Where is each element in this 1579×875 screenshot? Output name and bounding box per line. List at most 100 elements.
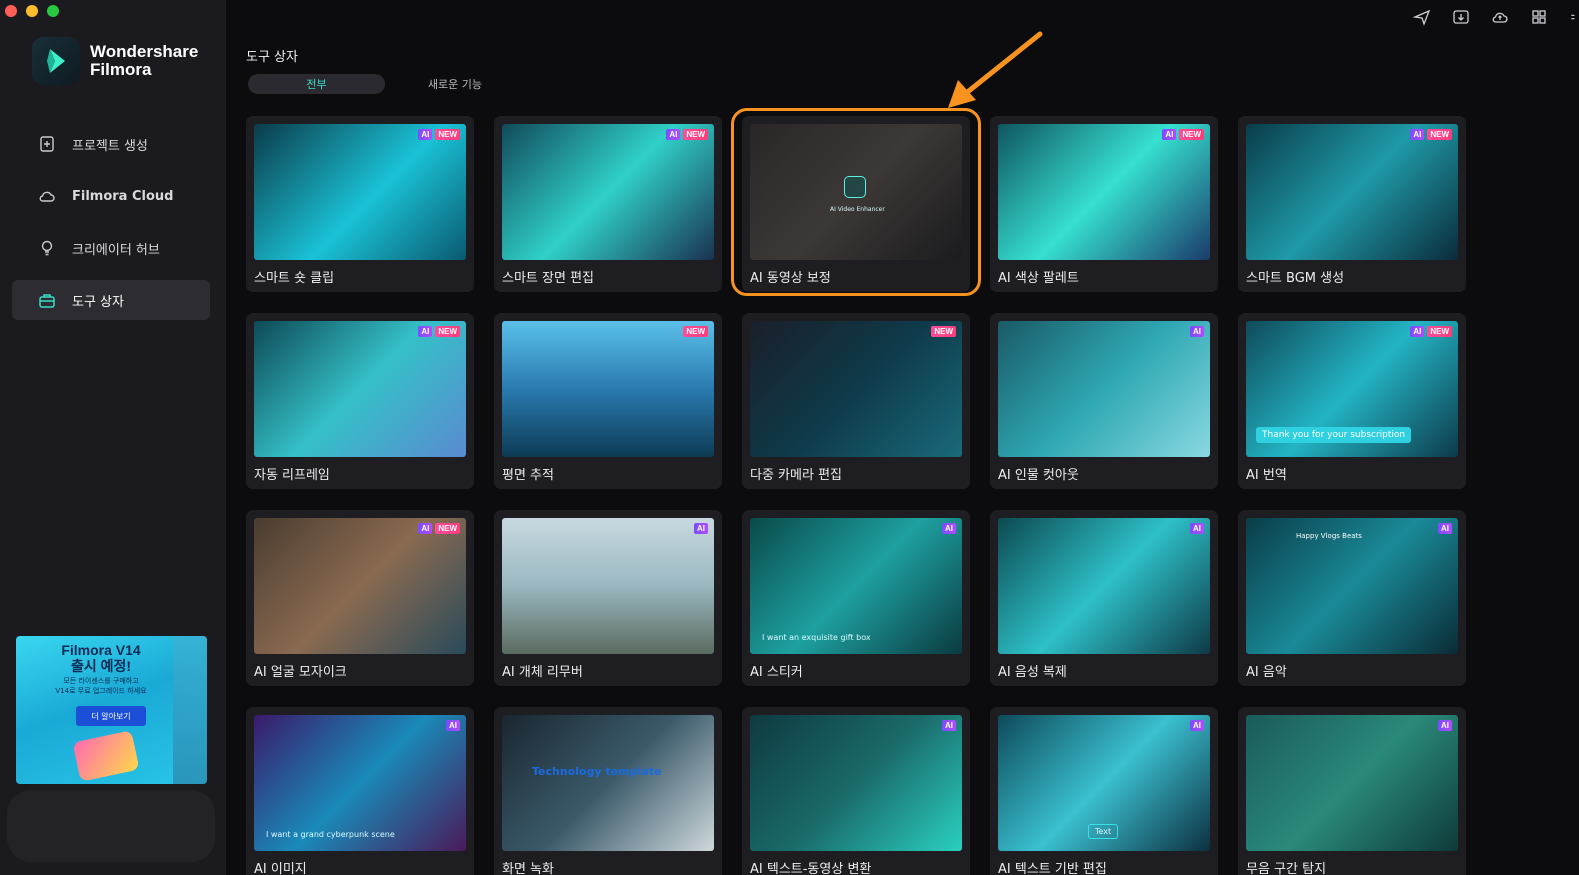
- thumbnail-caption: I want an exquisite gift box: [762, 633, 871, 642]
- ai-badge: AI: [666, 129, 681, 140]
- zoom-window-button[interactable]: [47, 5, 59, 17]
- tool-card-label: 스마트 장면 편집: [502, 271, 594, 286]
- tool-card[interactable]: AI 무음 구간 탐지: [1238, 707, 1466, 875]
- new-badge: NEW: [435, 129, 460, 140]
- app-name-line1: Wondershare: [90, 42, 199, 61]
- window-controls: [5, 5, 59, 17]
- tool-thumbnail: I want a grand cyberpunk scene: [254, 715, 466, 851]
- tool-thumbnail: Happy Vlogs Beats: [1246, 518, 1458, 654]
- promo-learn-more-button[interactable]: 더 알아보기: [76, 706, 146, 726]
- pointer-arrow-icon: [948, 31, 1043, 108]
- tool-card-label: 스마트 BGM 생성: [1246, 271, 1345, 286]
- card-badges: AI: [1438, 523, 1452, 534]
- tool-card-label: AI 이미지: [254, 862, 307, 875]
- tool-card-label: 무음 구간 탐지: [1246, 862, 1327, 875]
- tool-card-label: 자동 리프레임: [254, 468, 330, 483]
- card-badges: AI: [942, 720, 956, 731]
- tool-card-label: AI 스티커: [750, 665, 803, 680]
- tool-card-label: AI 개체 리무버: [502, 665, 583, 680]
- close-window-button[interactable]: [5, 5, 17, 17]
- cloud-upload-icon[interactable]: [1491, 8, 1509, 26]
- tool-card[interactable]: I want a grand cyberpunk scene AI AI 이미지: [246, 707, 474, 875]
- highlight-outline: [731, 108, 981, 296]
- card-badges: AI: [1190, 326, 1204, 337]
- new-badge: NEW: [683, 129, 708, 140]
- filmora-logo-icon: [32, 37, 80, 85]
- tool-card[interactable]: AI NEW 스마트 BGM 생성: [1238, 116, 1466, 292]
- tool-thumbnail: [502, 124, 714, 260]
- tool-card[interactable]: Technology template 화면 녹화: [494, 707, 722, 875]
- card-badges: AI NEW: [1410, 129, 1452, 140]
- thumbnail-caption: Thank you for your subscription: [1256, 427, 1412, 443]
- promo-banner[interactable]: Filmora V14 출시 예정! 모든 라이센스를 구매하고 V14로 무료…: [16, 636, 207, 784]
- thumbnail-caption: Happy Vlogs Beats: [1296, 532, 1362, 540]
- tab-bar: 전부 새로운 기능: [248, 74, 525, 94]
- tool-card[interactable]: AI AI 음성 복제: [990, 510, 1218, 686]
- vip-gift-icon: [72, 730, 140, 782]
- thumbnail-caption: Technology template: [532, 765, 662, 778]
- tool-card-label: AI 음악: [1246, 665, 1287, 680]
- ai-badge: AI: [942, 720, 956, 731]
- minimize-window-button[interactable]: [26, 5, 38, 17]
- sidebar-item-creator-hub[interactable]: 크리에이터 허브: [12, 228, 210, 268]
- ai-badge: AI: [1438, 720, 1452, 731]
- sidebar-item-toolbox[interactable]: 도구 상자: [12, 280, 210, 320]
- new-badge: NEW: [1427, 129, 1452, 140]
- sidebar-item-filmora-cloud[interactable]: Filmora Cloud: [12, 176, 210, 216]
- top-toolbar: [1413, 8, 1579, 26]
- tool-card-label: 평면 추적: [502, 468, 554, 483]
- card-badges: AI NEW: [418, 523, 460, 534]
- new-badge: NEW: [1179, 129, 1204, 140]
- sidebar-item-new-project[interactable]: 프로젝트 생성: [12, 124, 210, 164]
- thumbnail-caption: Text: [1088, 824, 1119, 839]
- send-icon[interactable]: [1413, 8, 1431, 26]
- tool-thumbnail: [502, 321, 714, 457]
- new-badge: NEW: [931, 326, 956, 337]
- cloud-icon: [39, 191, 55, 202]
- new-badge: NEW: [1427, 326, 1452, 337]
- tool-card[interactable]: AI NEW 스마트 장면 편집: [494, 116, 722, 292]
- tool-card-label: AI 번역: [1246, 468, 1287, 483]
- tool-card[interactable]: AI AI 개체 리무버: [494, 510, 722, 686]
- tool-card[interactable]: AI AI 인물 컷아웃: [990, 313, 1218, 489]
- tab-all[interactable]: 전부: [248, 74, 385, 94]
- tool-thumbnail: [750, 321, 962, 457]
- card-badges: NEW: [931, 326, 956, 337]
- tool-card-label: AI 인물 컷아웃: [998, 468, 1079, 483]
- card-badges: AI NEW: [1410, 326, 1452, 337]
- tool-card[interactable]: AI NEW 자동 리프레임: [246, 313, 474, 489]
- tool-card[interactable]: Thank you for your subscription AI NEW AI 번…: [1238, 313, 1466, 489]
- tool-card[interactable]: AI NEW 스마트 숏 클립: [246, 116, 474, 292]
- tool-card[interactable]: NEW 다중 카메라 편집: [742, 313, 970, 489]
- tool-card[interactable]: AI AI 텍스트-동영상 변환: [742, 707, 970, 875]
- account-panel[interactable]: [7, 790, 215, 862]
- tool-card[interactable]: Text AI AI 텍스트 기반 편집: [990, 707, 1218, 875]
- tool-card[interactable]: NEW 평면 추적: [494, 313, 722, 489]
- ai-badge: AI: [694, 523, 708, 534]
- grid-apps-icon[interactable]: [1530, 8, 1548, 26]
- tab-new-features[interactable]: 새로운 기능: [385, 74, 525, 94]
- promo-title-line2: 출시 예정!: [70, 658, 132, 674]
- tool-card-label: 다중 카메라 편집: [750, 468, 842, 483]
- tool-card[interactable]: AI NEW AI 색상 팔레트: [990, 116, 1218, 292]
- promo-sub-line1: 모든 라이센스를 구매하고: [63, 677, 139, 685]
- tool-thumbnail: [254, 518, 466, 654]
- tool-card[interactable]: AI NEW AI 얼굴 모자이크: [246, 510, 474, 686]
- tool-card[interactable]: I want an exquisite gift box AI AI 스티커: [742, 510, 970, 686]
- card-badges: NEW: [683, 326, 708, 337]
- card-badges: AI NEW: [1162, 129, 1204, 140]
- tool-card[interactable]: Happy Vlogs Beats AI AI 음악: [1238, 510, 1466, 686]
- card-badges: AI: [446, 720, 460, 731]
- tool-thumbnail: [1246, 715, 1458, 851]
- card-badges: AI: [1190, 523, 1204, 534]
- tool-card-label: 스마트 숏 클립: [254, 271, 335, 286]
- card-badges: AI: [1190, 720, 1204, 731]
- tool-thumbnail: [254, 124, 466, 260]
- tool-thumbnail: [502, 518, 714, 654]
- sidebar-item-label: Filmora Cloud: [72, 188, 174, 204]
- media-download-icon[interactable]: [1452, 8, 1470, 26]
- more-icon[interactable]: [1569, 8, 1579, 26]
- ai-badge: AI: [1438, 523, 1452, 534]
- ai-badge: AI: [942, 523, 956, 534]
- ai-badge: AI: [446, 720, 460, 731]
